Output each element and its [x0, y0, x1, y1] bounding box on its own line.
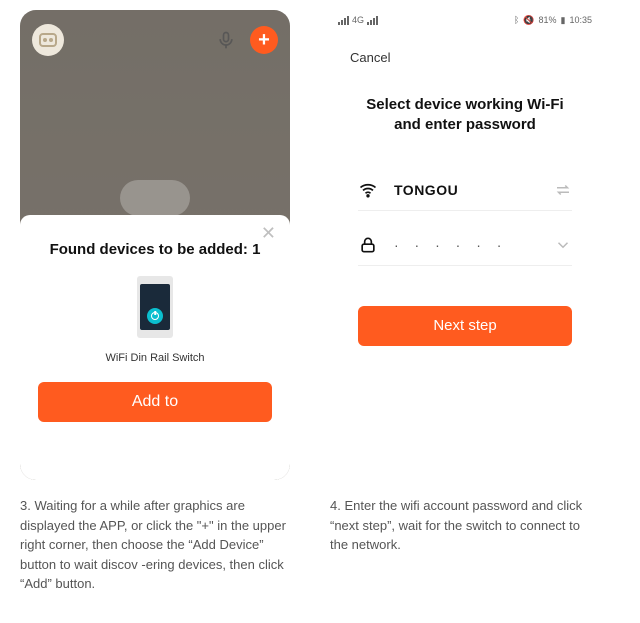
wifi-ssid-value: TONGOU [394, 182, 554, 198]
next-step-button[interactable]: Next step [358, 306, 572, 346]
cancel-button[interactable]: Cancel [330, 30, 600, 65]
add-to-button[interactable]: Add to [38, 382, 272, 422]
phone-screen-wifi: 4G ᛒ 🔇 81% ▮ 10:35 Cancel Select device … [330, 10, 600, 480]
device-thumbnail[interactable] [136, 276, 174, 338]
mute-icon: 🔇 [523, 15, 534, 26]
add-device-plus-button[interactable]: + [250, 26, 278, 54]
swap-icon[interactable] [554, 181, 572, 199]
robot-icon [39, 33, 57, 47]
mic-icon[interactable] [216, 30, 236, 50]
close-icon[interactable]: ✕ [261, 223, 276, 244]
instruction-step-4: 4. Enter the wifi account password and c… [330, 496, 600, 555]
signal-icon [338, 16, 349, 25]
wifi-password-row[interactable]: · · · · · · [358, 235, 572, 266]
wifi-password-mask: · · · · · · [394, 237, 554, 253]
network-type: 4G [352, 15, 364, 25]
battery-icon: ▮ [561, 15, 566, 26]
bluetooth-icon: ᛒ [514, 15, 519, 25]
wifi-setup-title: Select device working Wi-Fi and enter pa… [330, 95, 600, 136]
sheet-title: Found devices to be added: 1 [50, 241, 261, 258]
signal-icon-2 [367, 16, 378, 25]
phone-screen-discovery: + ✕ Found devices to be added: 1 WiFi Di… [20, 10, 290, 480]
wifi-ssid-row[interactable]: TONGOU [358, 180, 572, 211]
app-top-bar: + [20, 20, 290, 60]
battery-label: 81% [539, 15, 557, 25]
clock-label: 10:35 [569, 15, 592, 25]
avatar[interactable] [32, 24, 64, 56]
chevron-down-icon[interactable] [554, 236, 572, 254]
device-name-label: WiFi Din Rail Switch [105, 352, 204, 364]
status-bar: 4G ᛒ 🔇 81% ▮ 10:35 [330, 10, 600, 30]
lock-icon [358, 235, 378, 255]
cloud-decoration [120, 180, 190, 216]
found-devices-sheet: ✕ Found devices to be added: 1 WiFi Din … [20, 215, 290, 480]
instruction-step-3: 3. Waiting for a while after graphics ar… [20, 496, 290, 594]
wifi-icon [358, 180, 378, 200]
